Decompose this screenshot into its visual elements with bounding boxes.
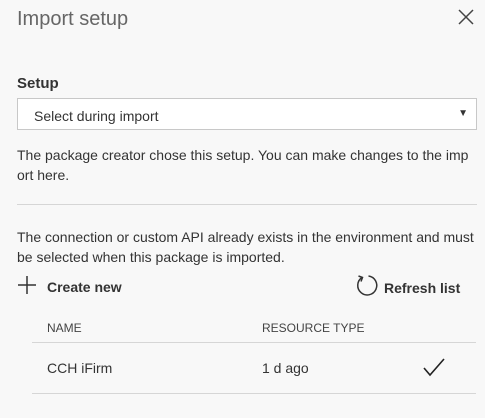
table-header: NAME RESOURCE TYPE: [32, 319, 476, 343]
close-icon[interactable]: [454, 5, 478, 29]
caret-down-icon: ▼: [458, 108, 468, 119]
setup-label: Setup: [17, 75, 59, 92]
dialog-header: Import setup: [0, 0, 485, 46]
refresh-list-button[interactable]: Refresh list: [354, 275, 460, 301]
connection-description: The connection or custom API already exi…: [17, 229, 474, 265]
setup-dropdown-value: Select during import: [34, 108, 159, 124]
create-new-label: Create new: [47, 279, 122, 295]
checkmark-icon: [422, 355, 446, 379]
setup-dropdown[interactable]: Select during import ▼: [17, 98, 477, 130]
divider: [17, 204, 477, 205]
dialog-body: Setup Select during import ▼ The package…: [0, 46, 485, 418]
column-header-name: NAME: [47, 321, 82, 335]
table-row[interactable]: CCH iFirm 1 d ago: [32, 343, 476, 394]
column-header-resource-type: RESOURCE TYPE: [262, 321, 365, 335]
row-name: CCH iFirm: [47, 360, 113, 376]
refresh-icon: [354, 273, 379, 303]
create-new-button[interactable]: Create new: [15, 275, 122, 299]
plus-icon: [15, 273, 39, 302]
dialog-title: Import setup: [17, 8, 129, 30]
refresh-list-label: Refresh list: [384, 280, 461, 296]
row-resource-type: 1 d ago: [262, 360, 309, 376]
setup-description: The package creator chose this setup. Yo…: [17, 147, 469, 183]
